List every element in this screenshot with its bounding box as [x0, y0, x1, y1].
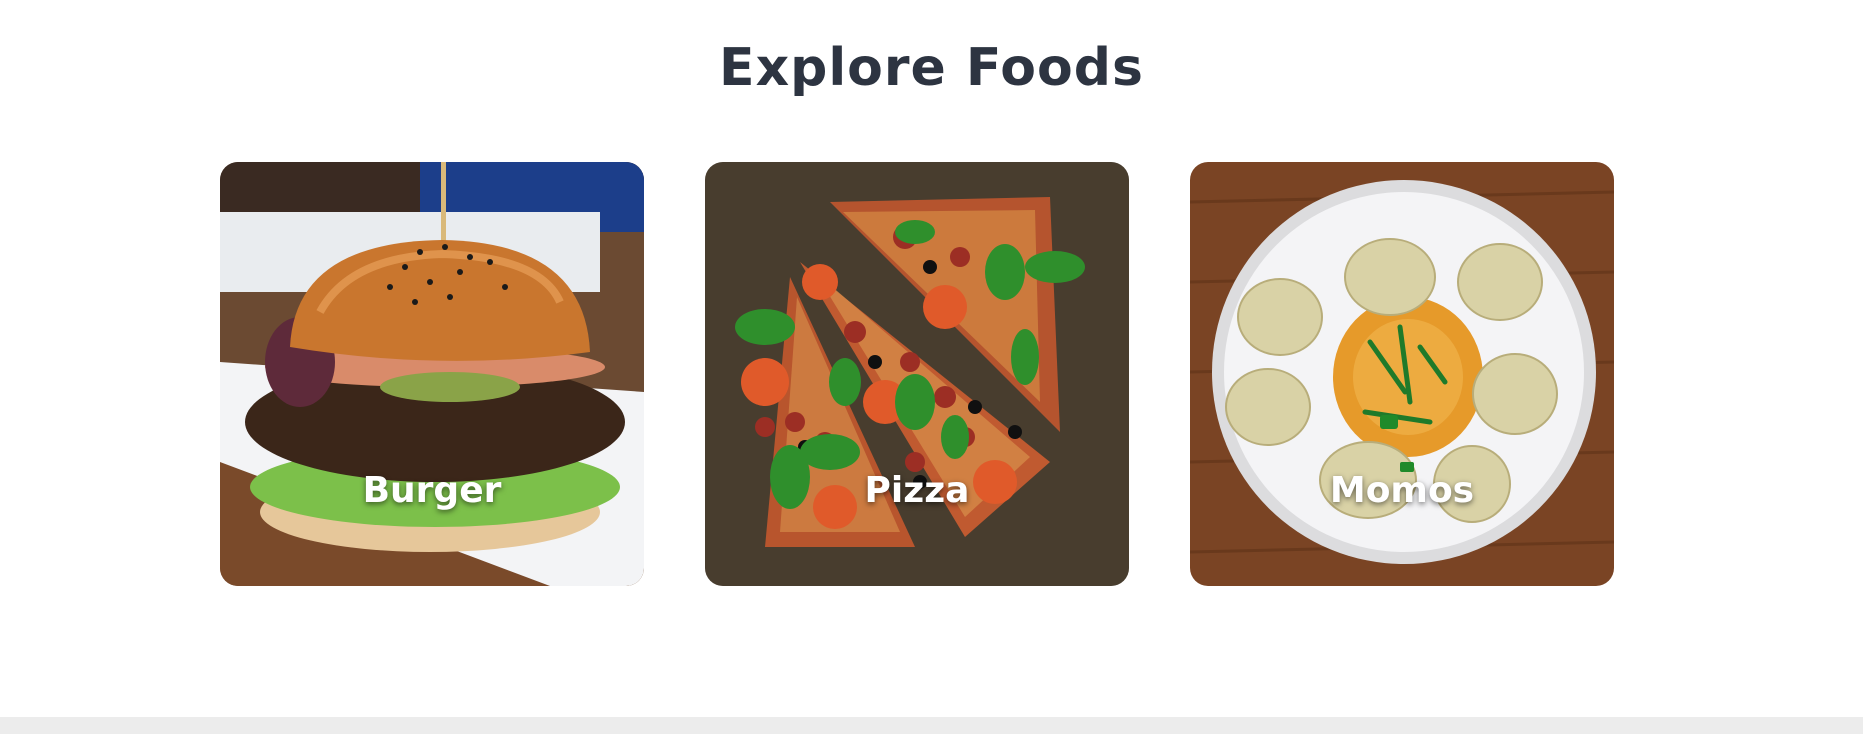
food-card-grid: Burger Pizza Momos: [220, 162, 1614, 586]
footer-bar: [0, 717, 1863, 734]
momos-image: [1190, 162, 1614, 586]
food-label-burger: Burger: [362, 470, 502, 511]
food-label-pizza: Pizza: [864, 470, 970, 511]
burger-image: [220, 162, 644, 586]
pizza-image: [705, 162, 1129, 586]
food-label-momos: Momos: [1329, 470, 1475, 511]
food-card-burger[interactable]: Burger: [220, 162, 644, 586]
food-card-momos[interactable]: Momos: [1190, 162, 1614, 586]
food-card-pizza[interactable]: Pizza: [705, 162, 1129, 586]
page-title: Explore Foods: [719, 38, 1144, 98]
page: Explore Foods Burger Pizza Momos: [0, 0, 1863, 734]
